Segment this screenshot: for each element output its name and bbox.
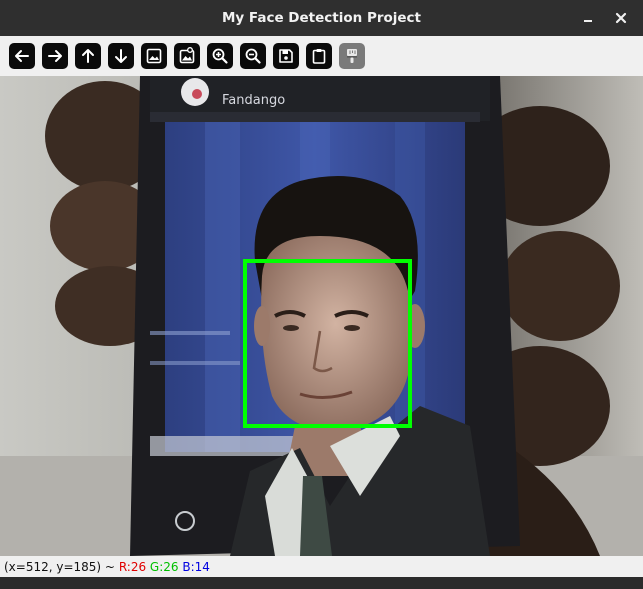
- window-bottom-edge: [0, 577, 643, 589]
- save-icon: [279, 49, 293, 63]
- pan-right-button[interactable]: [42, 43, 68, 69]
- zoom-out-icon: [245, 48, 261, 64]
- arrow-up-icon: [82, 49, 94, 63]
- clipboard-icon: [312, 49, 326, 64]
- pan-left-button[interactable]: [9, 43, 35, 69]
- zoom-original-button[interactable]: [141, 43, 167, 69]
- paint-brush-icon: [347, 49, 357, 63]
- pixel-red-value: R:26: [118, 560, 147, 574]
- toolbar: [0, 36, 643, 76]
- phone-app-label: Fandango: [222, 93, 285, 108]
- cursor-coordinates: (x=512, y=185) ~: [4, 560, 115, 574]
- close-icon: [615, 12, 627, 24]
- pan-up-button[interactable]: [75, 43, 101, 69]
- window-title: My Face Detection Project: [221, 10, 422, 26]
- image-icon: [146, 48, 162, 64]
- pan-down-button[interactable]: [108, 43, 134, 69]
- camera-frame: Fandango: [0, 76, 643, 556]
- save-image-button[interactable]: [273, 43, 299, 69]
- arrow-down-icon: [115, 49, 127, 63]
- properties-button[interactable]: [339, 43, 365, 69]
- close-button[interactable]: [609, 6, 633, 30]
- arrow-right-icon: [48, 50, 62, 62]
- arrow-left-icon: [15, 50, 29, 62]
- zoom-in-button[interactable]: [207, 43, 233, 69]
- status-bar: (x=512, y=185) ~ R:26 G:26 B:14: [0, 556, 643, 577]
- image-canvas[interactable]: Fandango: [0, 76, 643, 556]
- image-fit-icon: [179, 47, 195, 64]
- title-bar[interactable]: My Face Detection Project: [0, 0, 643, 36]
- copy-to-clipboard-button[interactable]: [306, 43, 332, 69]
- zoom-out-button[interactable]: [240, 43, 266, 69]
- pixel-blue-value: B:14: [182, 560, 210, 574]
- app-window: My Face Detection Project Fandango (x=51…: [0, 0, 643, 589]
- zoom-in-icon: [212, 48, 228, 64]
- minimize-button[interactable]: [576, 6, 600, 30]
- zoom-fit-button[interactable]: [174, 43, 200, 69]
- minimize-icon: [584, 20, 592, 22]
- pixel-green-value: G:26: [149, 560, 179, 574]
